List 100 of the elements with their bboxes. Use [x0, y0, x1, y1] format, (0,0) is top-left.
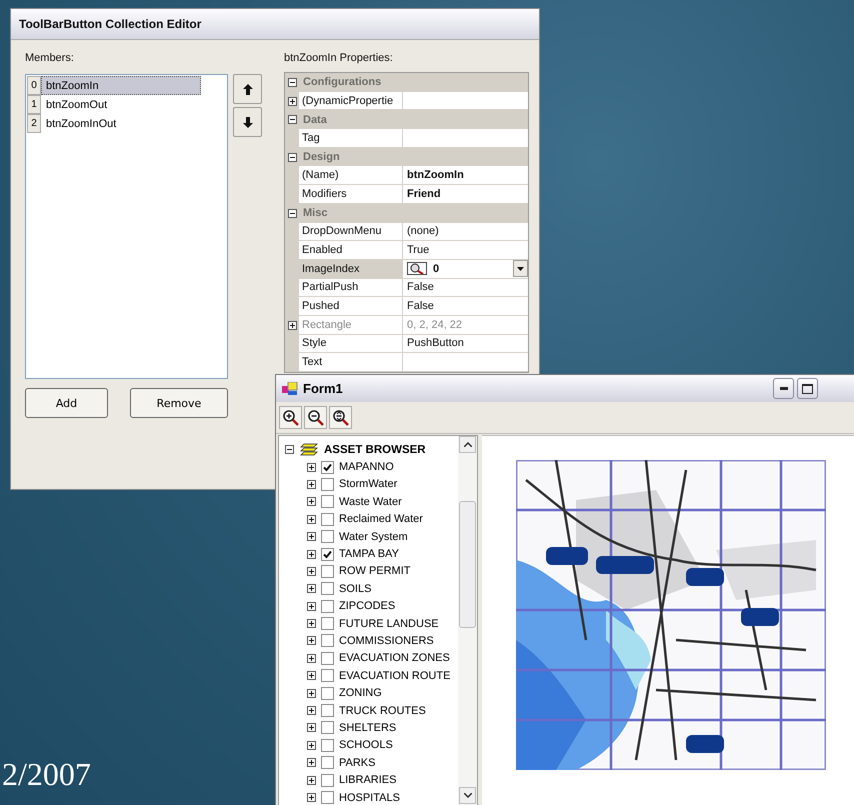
expand-toggle[interactable] — [307, 671, 316, 680]
property-name[interactable]: Enabled — [299, 241, 403, 260]
collapse-toggle[interactable] — [288, 208, 296, 218]
remove-button[interactable]: Remove — [130, 388, 228, 418]
layer-label[interactable]: HOSPITALS — [339, 792, 400, 804]
expand-toggle[interactable] — [307, 497, 316, 506]
layer-checkbox[interactable] — [321, 774, 334, 787]
layer-checkbox[interactable] — [321, 495, 334, 508]
layer-label[interactable]: Reclaimed Water — [339, 513, 423, 526]
expand-toggle[interactable] — [307, 602, 316, 611]
expand-toggle[interactable] — [307, 514, 316, 524]
expand-toggle[interactable] — [307, 566, 316, 576]
slide-date: 2/2007 — [2, 756, 91, 793]
layer-label[interactable]: SCHOOLS — [339, 739, 393, 752]
layer-label[interactable]: TAMPA BAY — [339, 548, 399, 560]
zoom-in-button[interactable] — [279, 406, 302, 429]
tree-root-label[interactable]: ASSET BROWSER — [324, 444, 426, 456]
tree-scrollbar[interactable] — [458, 436, 477, 805]
scroll-thumb[interactable] — [459, 501, 476, 628]
expand-toggle[interactable] — [307, 550, 316, 559]
layer-label[interactable]: SHELTERS — [339, 722, 396, 734]
property-name[interactable]: DropDownMenu — [299, 222, 403, 242]
expand-toggle[interactable] — [307, 532, 316, 542]
expand-toggle[interactable] — [307, 723, 316, 732]
layer-label[interactable]: COMMISSIONERS — [339, 634, 434, 647]
property-name[interactable]: Pushed — [299, 297, 403, 316]
layer-checkbox[interactable] — [321, 600, 334, 613]
expand-toggle[interactable] — [307, 619, 316, 628]
layer-label[interactable]: Waste Water — [339, 496, 402, 508]
property-name[interactable]: Modifiers — [299, 185, 403, 204]
move-up-button[interactable] — [233, 74, 262, 104]
collapse-toggle[interactable] — [288, 78, 296, 87]
property-name[interactable]: (Name) — [299, 166, 403, 186]
member-item[interactable]: btnZoomOut — [41, 95, 201, 114]
layer-label[interactable]: ZONING — [339, 687, 382, 700]
layer-label[interactable]: EVACUATION ROUTE — [339, 670, 450, 682]
dropdown-button[interactable] — [513, 260, 528, 278]
layer-label[interactable]: TRUCK ROUTES — [339, 704, 426, 717]
expand-toggle[interactable] — [307, 740, 316, 750]
expand-toggle[interactable] — [288, 96, 296, 106]
layer-checkbox[interactable] — [321, 686, 334, 700]
layer-label[interactable]: FUTURE LANDUSE — [339, 618, 439, 630]
expand-toggle[interactable] — [307, 636, 316, 646]
collapse-toggle[interactable] — [285, 445, 294, 454]
layer-checkbox[interactable] — [321, 721, 334, 734]
layer-checkbox[interactable] — [321, 791, 334, 804]
layer-checkbox[interactable] — [321, 738, 334, 752]
zoom-button[interactable] — [329, 406, 352, 429]
category-label: Configurations — [302, 76, 382, 88]
expand-toggle[interactable] — [307, 776, 316, 785]
layer-label[interactable]: SOILS — [339, 582, 372, 595]
maximize-button[interactable] — [797, 378, 818, 399]
minimize-button[interactable] — [773, 378, 794, 399]
property-name[interactable]: PartialPush — [299, 278, 403, 298]
layer-checkbox[interactable] — [321, 669, 334, 682]
expand-toggle[interactable] — [307, 480, 316, 489]
expand-toggle[interactable] — [307, 654, 316, 663]
layer-checkbox[interactable] — [321, 548, 334, 561]
layer-label[interactable]: StormWater — [339, 478, 398, 490]
collapse-toggle[interactable] — [288, 115, 296, 124]
layer-checkbox[interactable] — [321, 617, 334, 630]
layer-checkbox[interactable] — [321, 704, 334, 718]
layer-checkbox[interactable] — [321, 512, 334, 526]
member-item[interactable]: btnZoomInOut — [41, 114, 201, 133]
expand-toggle[interactable] — [307, 758, 316, 768]
property-name[interactable]: Tag — [299, 129, 403, 148]
layer-label[interactable]: Water System — [339, 530, 408, 543]
layer-label[interactable]: PARKS — [339, 756, 376, 769]
layer-label[interactable]: ROW PERMIT — [339, 565, 410, 578]
layer-checkbox[interactable] — [321, 460, 334, 474]
property-name[interactable]: Style — [299, 334, 403, 354]
property-name[interactable]: Text — [299, 353, 403, 372]
layer-checkbox[interactable] — [321, 634, 334, 648]
scroll-down-button[interactable] — [459, 787, 476, 804]
collapse-toggle[interactable] — [288, 152, 296, 162]
layer-checkbox[interactable] — [321, 564, 334, 578]
layer-checkbox[interactable] — [321, 756, 334, 770]
layer-checkbox[interactable] — [321, 582, 334, 596]
expand-toggle[interactable] — [307, 462, 316, 472]
expand-toggle[interactable] — [307, 793, 316, 802]
scroll-up-button[interactable] — [459, 436, 476, 453]
property-value: 0, 2, 24, 22 — [407, 318, 462, 331]
expand-toggle[interactable] — [307, 706, 316, 716]
layer-label[interactable]: MAPANNO — [339, 461, 394, 474]
app-icon — [282, 382, 298, 396]
member-item[interactable]: btnZoomIn — [41, 76, 201, 95]
expand-toggle[interactable] — [307, 688, 316, 698]
layer-checkbox[interactable] — [321, 478, 334, 491]
layer-label[interactable]: EVACUATION ZONES — [339, 652, 450, 664]
category-label: Data — [302, 114, 327, 126]
expand-toggle[interactable] — [307, 584, 316, 594]
zoom-out-button[interactable] — [304, 406, 327, 429]
layer-label[interactable]: ZIPCODES — [339, 600, 396, 612]
layer-checkbox[interactable] — [321, 530, 334, 544]
property-value: 0 — [433, 262, 440, 275]
layer-label[interactable]: LIBRARIES — [339, 774, 396, 786]
move-down-button[interactable] — [233, 107, 262, 137]
layer-checkbox[interactable] — [321, 652, 334, 665]
add-button[interactable]: Add — [25, 388, 108, 418]
property-name[interactable]: (DynamicPropertie — [299, 92, 403, 110]
